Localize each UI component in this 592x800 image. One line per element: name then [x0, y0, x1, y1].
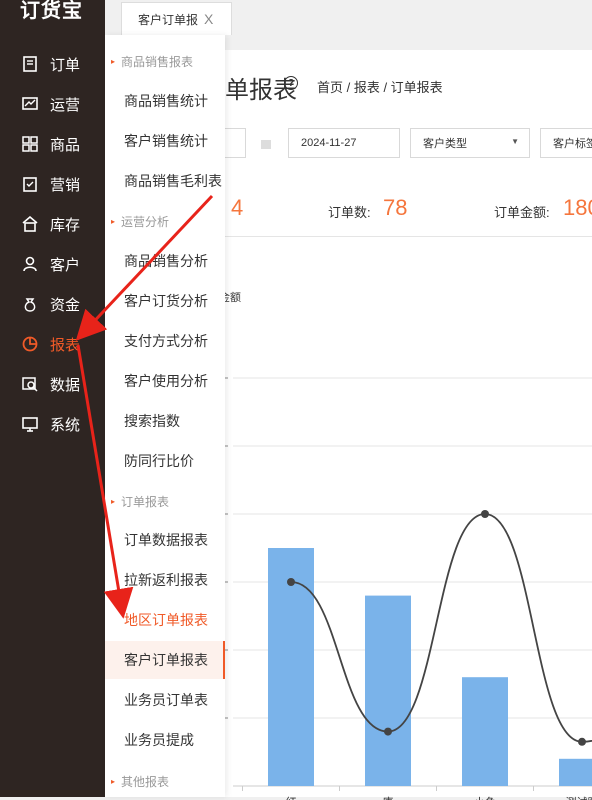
money-bag-icon — [22, 296, 38, 312]
date-end-field[interactable]: 2024-11-27 — [288, 128, 400, 158]
nav-item-3[interactable]: 营销 — [0, 164, 105, 204]
bar[interactable] — [462, 677, 508, 786]
line-point[interactable] — [578, 738, 586, 746]
nav-label: 数据 — [50, 374, 80, 395]
nav-item-5[interactable]: 客户 — [0, 244, 105, 284]
submenu-item[interactable]: 防同行比价 — [105, 442, 225, 480]
monitor-icon — [22, 416, 38, 432]
nav-label: 客户 — [50, 254, 80, 275]
nav-label: 订单 — [50, 54, 80, 75]
caret-right-icon: ▸ — [111, 57, 115, 66]
nav-label: 运营 — [50, 94, 80, 115]
customer-tag-select[interactable]: 客户标签 — [540, 128, 592, 158]
line-point[interactable] — [481, 510, 489, 518]
submenu-item[interactable]: 业务员提成 — [105, 721, 225, 759]
tab-customer-order-report[interactable]: 客户订单报 X — [121, 2, 232, 35]
submenu-item[interactable]: 客户使用分析 — [105, 362, 225, 400]
nav-item-6[interactable]: 资金 — [0, 284, 105, 324]
order-amount-label: 订单金额: — [494, 202, 550, 221]
submenu-item[interactable]: 商品销售统计 — [105, 82, 225, 120]
breadcrumb[interactable]: 首页 / 报表 / 订单报表 — [317, 77, 443, 96]
submenu-item[interactable]: 客户订单报表 — [105, 641, 225, 679]
line-point[interactable] — [384, 728, 392, 736]
nav-label: 营销 — [50, 174, 80, 195]
submenu-item[interactable]: 地区订单报表 — [105, 601, 225, 639]
submenu-item[interactable]: 客户订货分析 — [105, 282, 225, 320]
customer-icon — [22, 256, 38, 272]
nav-label: 资金 — [50, 294, 80, 315]
warehouse-icon — [22, 216, 38, 232]
goods-icon — [22, 136, 38, 152]
main-content: 单报表 ? 首页 / 报表 / 订单报表 2024-11-27 客户类型 ▼ 客… — [225, 50, 592, 797]
line-point[interactable] — [287, 578, 295, 586]
submenu-item[interactable]: 拉新返利报表 — [105, 561, 225, 599]
nav-item-1[interactable]: 运营 — [0, 84, 105, 124]
operations-icon — [22, 96, 38, 112]
pie-chart-icon — [22, 336, 38, 352]
caret-right-icon: ▸ — [111, 777, 115, 786]
submenu-section-title: ▸运营分析 — [105, 213, 225, 230]
submenu-item[interactable]: 商品销售毛利表 — [105, 162, 225, 200]
nav-label: 报表 — [50, 334, 80, 355]
nav-label: 商品 — [50, 134, 80, 155]
report-submenu: ▸商品销售报表商品销售统计客户销售统计商品销售毛利表 ▸运营分析商品销售分析客户订… — [105, 35, 225, 797]
calendar-icon — [261, 140, 271, 149]
data-search-icon — [22, 376, 38, 392]
nav-item-4[interactable]: 库存 — [0, 204, 105, 244]
main-sidebar: 订货宝 订单运营商品营销库存客户资金报表数据系统 — [0, 0, 105, 797]
divider — [225, 236, 592, 237]
chevron-down-icon: ▼ — [511, 137, 519, 146]
close-icon[interactable]: X — [204, 11, 213, 27]
submenu-section-title: ▸订单报表 — [105, 493, 225, 510]
nav-item-9[interactable]: 系统 — [0, 404, 105, 444]
bar[interactable] — [559, 759, 592, 786]
order-icon — [22, 56, 38, 72]
order-chart: 红唐小鱼测试账 — [225, 320, 592, 800]
submenu-item[interactable]: 商品销售分析 — [105, 242, 225, 280]
submenu-item[interactable]: 搜索指数 — [105, 402, 225, 440]
caret-right-icon: ▸ — [111, 497, 115, 506]
submenu-item[interactable]: 订单数据报表 — [105, 521, 225, 559]
customer-type-select[interactable]: 客户类型 ▼ — [410, 128, 530, 158]
nav-item-2[interactable]: 商品 — [0, 124, 105, 164]
order-amount-value: 180 — [563, 195, 592, 221]
bar[interactable] — [365, 596, 411, 786]
nav-item-8[interactable]: 数据 — [0, 364, 105, 404]
x-tick-label: 唐 — [383, 795, 394, 800]
line-series — [291, 514, 592, 742]
first-stat-value: 4 — [231, 195, 243, 221]
nav-item-7[interactable]: 报表 — [0, 324, 105, 364]
submenu-item[interactable]: 客户销售统计 — [105, 122, 225, 160]
tab-bar: 客户订单报 X — [105, 0, 592, 35]
order-count-label: 订单数: — [328, 202, 371, 221]
nav-item-0[interactable]: 订单 — [0, 44, 105, 84]
help-icon[interactable]: ? — [284, 76, 298, 90]
marketing-icon — [22, 176, 38, 192]
app-logo: 订货宝 — [20, 0, 83, 23]
x-tick-label: 小鱼 — [474, 795, 496, 800]
tab-label: 客户订单报 — [138, 11, 198, 28]
submenu-section-title: ▸其他报表 — [105, 773, 225, 790]
order-count-value: 78 — [383, 195, 407, 221]
nav-label: 系统 — [50, 414, 80, 435]
submenu-item[interactable]: 业务员订单表 — [105, 681, 225, 719]
submenu-section-title: ▸商品销售报表 — [105, 53, 225, 70]
caret-right-icon: ▸ — [111, 217, 115, 226]
submenu-item[interactable]: 支付方式分析 — [105, 322, 225, 360]
nav-label: 库存 — [50, 214, 80, 235]
